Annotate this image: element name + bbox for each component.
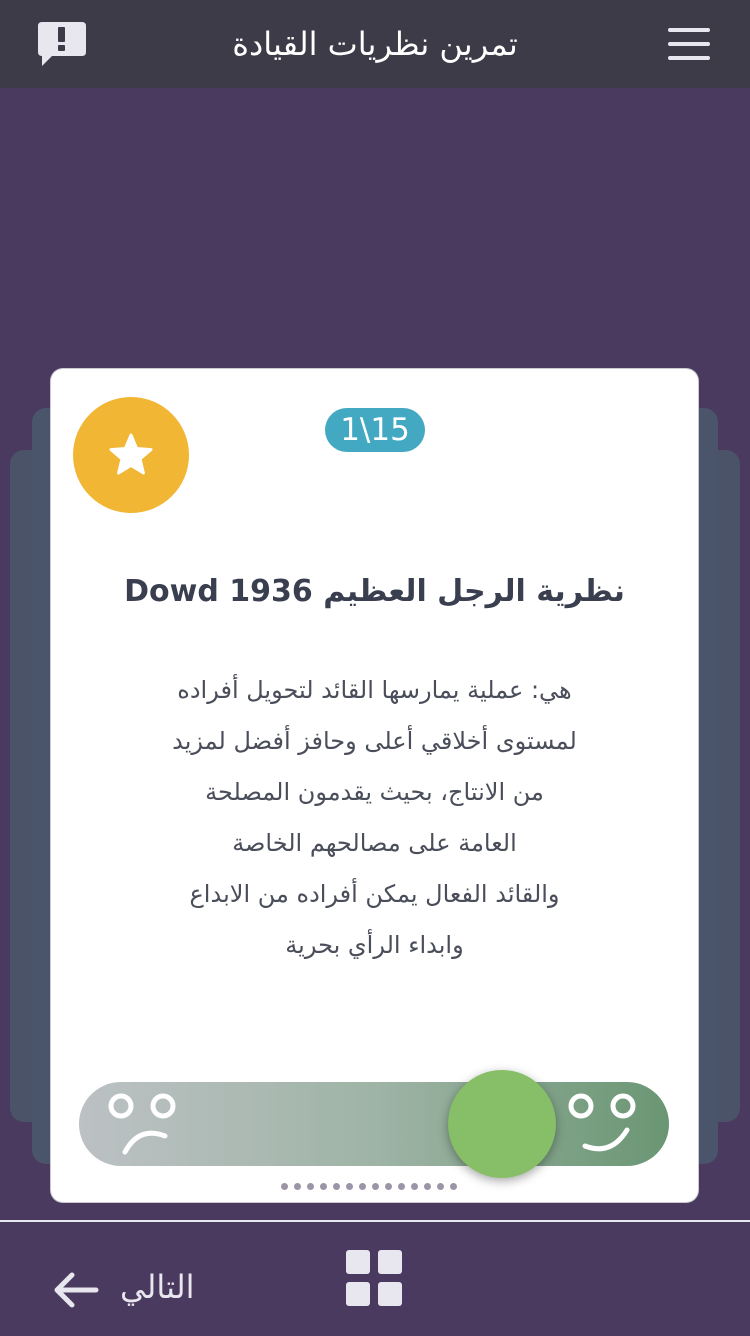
favorite-badge[interactable] [73,397,189,513]
flash-card[interactable]: 1\15 نظرية الرجل العظيم Dowd 1936 هي: عم… [51,369,698,1202]
card-body: هي: عملية يمارسها القائد لتحويل أفراده ل… [111,665,638,971]
pagination-dot[interactable] [319,1182,327,1190]
card-counter: 1\15 [325,408,425,452]
arrow-left-icon [54,1272,99,1308]
pagination-dots [0,1180,750,1192]
pagination-dot[interactable] [293,1182,301,1190]
next-button-label: التالي [120,1268,195,1306]
body-line: والقائد الفعال يمكن أفراده من الابداع [189,880,560,908]
pagination-dot[interactable] [306,1182,314,1190]
hamburger-menu-icon [668,28,710,60]
page-title: تمرين نظريات القيادة [232,25,518,63]
main-area: 1\15 نظرية الرجل العظيم Dowd 1936 هي: عم… [0,88,750,1220]
pagination-dot[interactable] [358,1182,366,1190]
pagination-dot[interactable] [423,1182,431,1190]
pagination-dot[interactable] [332,1182,340,1190]
slider-knob[interactable] [448,1070,556,1178]
pagination-dot[interactable] [371,1182,379,1190]
rating-slider[interactable] [79,1070,669,1178]
pagination-dot[interactable] [397,1182,405,1190]
pagination-dot[interactable] [410,1182,418,1190]
pagination-dot[interactable] [449,1182,457,1190]
star-icon [109,433,153,475]
body-line: وابداء الرأي بحرية [285,931,464,959]
pagination-dot[interactable] [384,1182,392,1190]
grid-button[interactable] [346,1250,404,1308]
pagination-dot[interactable] [345,1182,353,1190]
happy-face-icon [568,1093,636,1152]
body-line: لمستوى أخلاقي أعلى وحافز أفضل لمزيد [172,727,577,755]
menu-button[interactable] [666,24,712,64]
bottom-bar: التالي [0,1220,750,1336]
pagination-dot[interactable] [462,1182,470,1190]
next-button[interactable]: التالي [52,1262,222,1322]
body-line: العامة على مصالحهم الخاصة [232,829,517,857]
pagination-dot[interactable] [280,1182,288,1190]
pagination-dot[interactable] [436,1182,444,1190]
card-title: نظرية الرجل العظيم Dowd 1936 [124,574,625,609]
top-bar: تمرين نظريات القيادة [0,0,750,88]
body-line: هي: عملية يمارسها القائد لتحويل أفراده [177,676,572,704]
body-line: من الانتاج، بحيث يقدمون المصلحة [205,778,544,806]
sad-face-icon [108,1093,176,1155]
